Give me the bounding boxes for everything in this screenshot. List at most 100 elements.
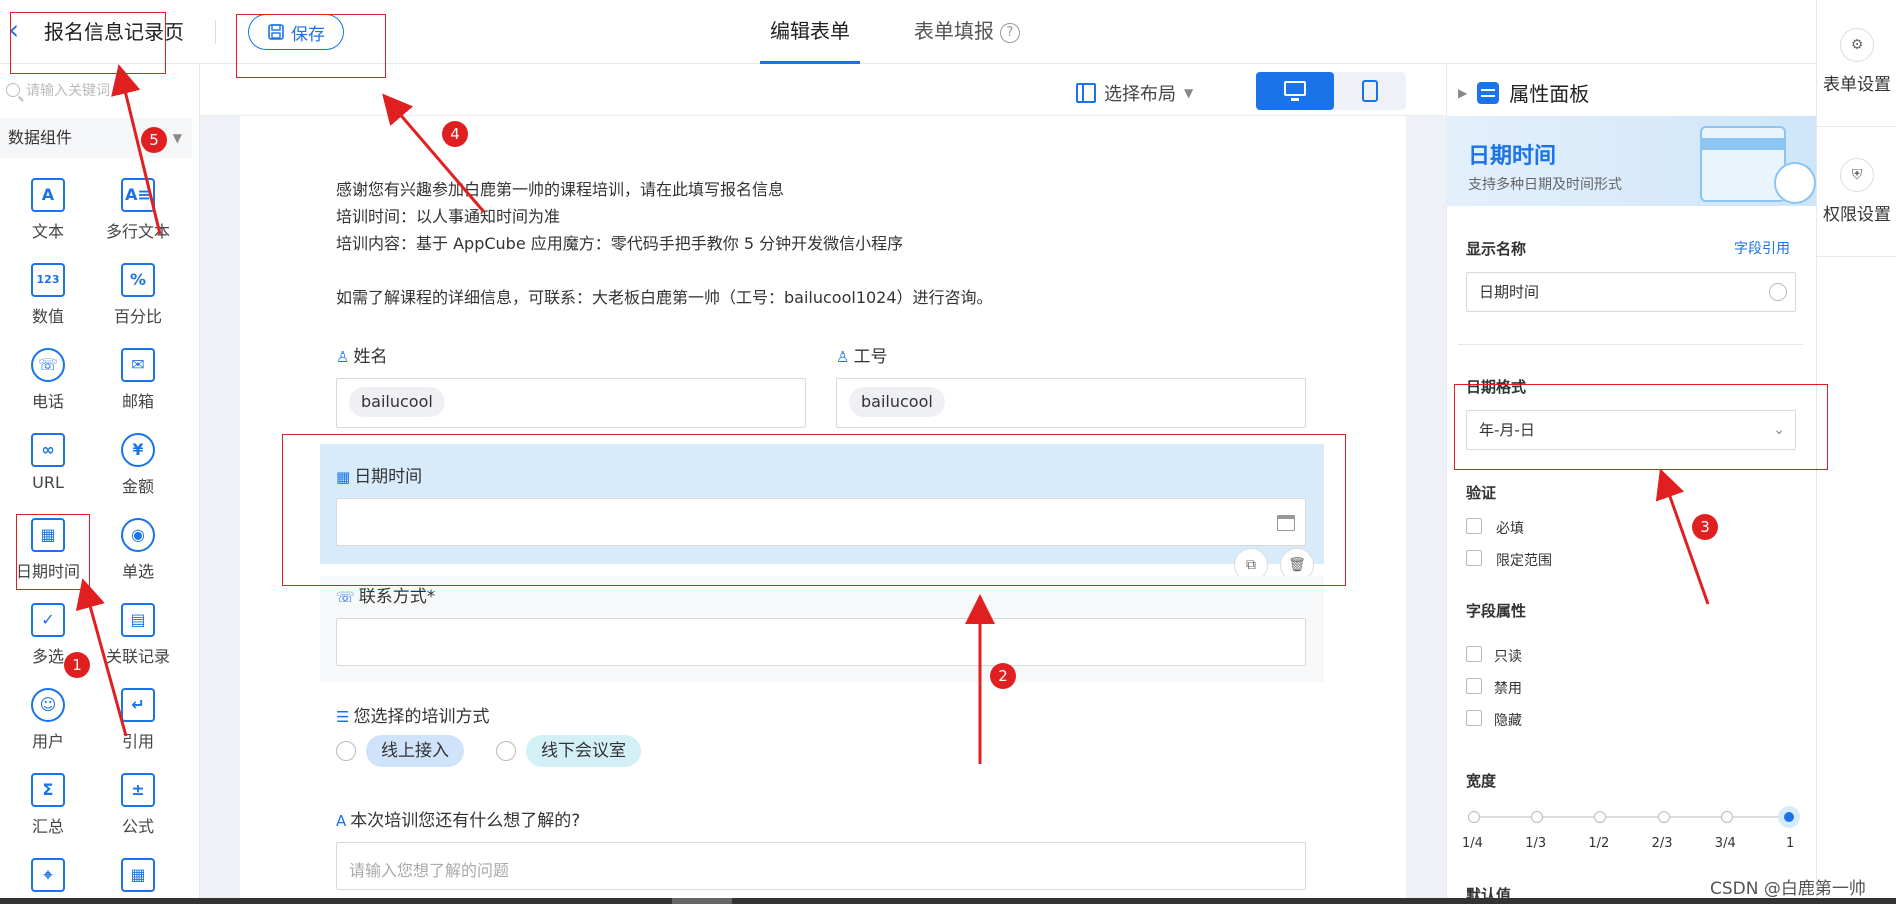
- radio-online[interactable]: [336, 741, 356, 761]
- divider: [1458, 344, 1804, 345]
- id-value-chip: bailucool: [849, 387, 945, 417]
- component-schedule[interactable]: ▦: [98, 858, 178, 898]
- id-input[interactable]: bailucool: [836, 378, 1306, 428]
- form-intro-text: 感谢您有兴趣参加白鹿第一帅的课程培训，请在此填写报名信息 培训时间：以人事通知时…: [336, 180, 993, 307]
- component-location[interactable]: ⌖: [8, 858, 88, 898]
- user-icon: ☺: [31, 688, 65, 722]
- hidden-checkbox[interactable]: [1466, 710, 1482, 726]
- component-sum[interactable]: Σ 汇总: [8, 773, 88, 837]
- location-icon: ⌖: [31, 858, 65, 892]
- radio-offline[interactable]: [496, 741, 516, 761]
- component-label: 电话: [31, 392, 64, 411]
- component-formula[interactable]: ± 公式: [98, 773, 178, 837]
- range-checkbox[interactable]: [1466, 550, 1482, 566]
- component-label: URL: [32, 473, 64, 492]
- component-link[interactable]: ∞ URL: [8, 433, 88, 492]
- tab-form-fill-label: 表单填报: [914, 19, 994, 43]
- component-relation[interactable]: ▤ 关联记录: [98, 603, 178, 667]
- contact-input[interactable]: [336, 618, 1306, 666]
- search-placeholder: 请输入关键词: [26, 83, 110, 99]
- component-percent[interactable]: % 百分比: [98, 263, 178, 327]
- component-search-input[interactable]: 请输入关键词: [6, 76, 194, 104]
- component-multiline-text[interactable]: A≡ 多行文本: [98, 178, 178, 242]
- sum-icon: Σ: [31, 773, 65, 807]
- slider-tick-label: 1: [1786, 836, 1795, 851]
- annotation-badge-4: 4: [442, 121, 468, 147]
- slider-stop[interactable]: [1657, 811, 1670, 823]
- slider-handle[interactable]: [1778, 806, 1800, 828]
- annotation-box-datetime-component: [16, 514, 90, 590]
- mobile-view-button[interactable]: [1362, 80, 1378, 102]
- permission-settings-button[interactable]: ⛨ 权限设置: [1817, 158, 1896, 225]
- clock-illustration: [1774, 162, 1816, 204]
- training-label-text: 您选择的培训方式: [353, 707, 490, 727]
- contact-label-text: 联系方式*: [358, 587, 436, 607]
- formula-icon: ±: [121, 773, 155, 807]
- component-text[interactable]: A 文本: [8, 178, 88, 242]
- component-label: 单选: [121, 562, 154, 581]
- annotation-badge-2: 2: [990, 663, 1016, 689]
- range-label: 限定范围: [1496, 553, 1552, 569]
- annotation-badge-3: 3: [1692, 514, 1718, 540]
- component-number[interactable]: 123 数值: [8, 263, 88, 327]
- layout-select[interactable]: 选择布局 ▼: [1076, 80, 1193, 106]
- radio-icon: ◉: [121, 518, 155, 552]
- id-field-label: ♙ 工号: [836, 342, 887, 367]
- component-label: 百分比: [113, 307, 162, 326]
- form-settings-button[interactable]: ⚙ 表单设置: [1817, 28, 1896, 95]
- property-panel-header[interactable]: ▶ 属性面板: [1458, 78, 1589, 107]
- component-currency[interactable]: ¥ 金额: [98, 433, 178, 497]
- option-online[interactable]: 线上接入: [366, 735, 464, 767]
- component-radio[interactable]: ◉ 单选: [98, 518, 178, 582]
- disabled-label: 禁用: [1494, 681, 1522, 697]
- name-field-label: ♙ 姓名: [336, 342, 387, 367]
- id-label-text: 工号: [853, 347, 888, 367]
- component-label: 用户: [31, 732, 64, 751]
- annotation-badge-1: 1: [64, 652, 90, 678]
- monitor-icon: [1284, 81, 1306, 101]
- user-icon: ♙: [836, 348, 850, 366]
- component-user[interactable]: ☺ 用户: [8, 688, 88, 752]
- tab-edit-form[interactable]: 编辑表单: [760, 0, 860, 64]
- help-icon[interactable]: ?: [1000, 23, 1020, 43]
- required-checkbox[interactable]: [1466, 518, 1482, 534]
- question-input[interactable]: 请输入您想了解的问题: [336, 842, 1306, 890]
- display-name-input[interactable]: 日期时间: [1466, 272, 1796, 312]
- multiline-text-icon: A≡: [121, 178, 155, 212]
- slider-tick-label: 1/3: [1525, 836, 1547, 851]
- component-email[interactable]: ✉ 邮箱: [98, 348, 178, 412]
- component-phone[interactable]: ☏ 电话: [8, 348, 88, 412]
- component-label: 多选: [31, 647, 64, 666]
- view-toggle: [1256, 72, 1406, 110]
- annotation-box-title: [10, 12, 166, 74]
- question-field-label: A 本次培训您还有什么想了解的?: [336, 806, 580, 831]
- banner-title: 日期时间: [1468, 144, 1557, 169]
- question-placeholder: 请输入您想了解的问题: [349, 861, 510, 880]
- component-label: 汇总: [31, 817, 64, 836]
- link-icon: ∞: [31, 433, 65, 467]
- user-icon: ♙: [336, 348, 350, 366]
- properties-icon: [1477, 81, 1500, 104]
- readonly-checkbox[interactable]: [1466, 646, 1482, 662]
- tab-form-fill[interactable]: 表单填报?: [914, 0, 1020, 64]
- slider-tick-label: 1/2: [1588, 836, 1610, 851]
- component-reference[interactable]: ↵ 引用: [98, 688, 178, 752]
- component-label: 数值: [31, 307, 64, 326]
- option-offline[interactable]: 线下会议室: [526, 735, 641, 767]
- slider-stop[interactable]: [1468, 811, 1480, 823]
- list-icon: ☰: [336, 708, 350, 726]
- disabled-checkbox[interactable]: [1466, 678, 1482, 694]
- caret-right-icon: ▶: [1458, 85, 1468, 100]
- bottom-scrollbar[interactable]: [0, 898, 1896, 904]
- width-slider-track[interactable]: [1474, 816, 1790, 818]
- clear-icon[interactable]: [1769, 283, 1787, 301]
- layout-icon: [1076, 83, 1096, 103]
- slider-stop[interactable]: [1720, 811, 1733, 823]
- currency-icon: ¥: [121, 433, 155, 467]
- right-rail: ⚙ 表单设置 ⛨ 权限设置: [1816, 0, 1896, 904]
- desktop-view-button[interactable]: [1256, 72, 1334, 110]
- name-input[interactable]: bailucool: [336, 378, 806, 428]
- component-label: 公式: [121, 817, 154, 836]
- field-reference-link[interactable]: 字段引用: [1734, 238, 1790, 258]
- scrollbar-thumb[interactable]: [672, 898, 732, 904]
